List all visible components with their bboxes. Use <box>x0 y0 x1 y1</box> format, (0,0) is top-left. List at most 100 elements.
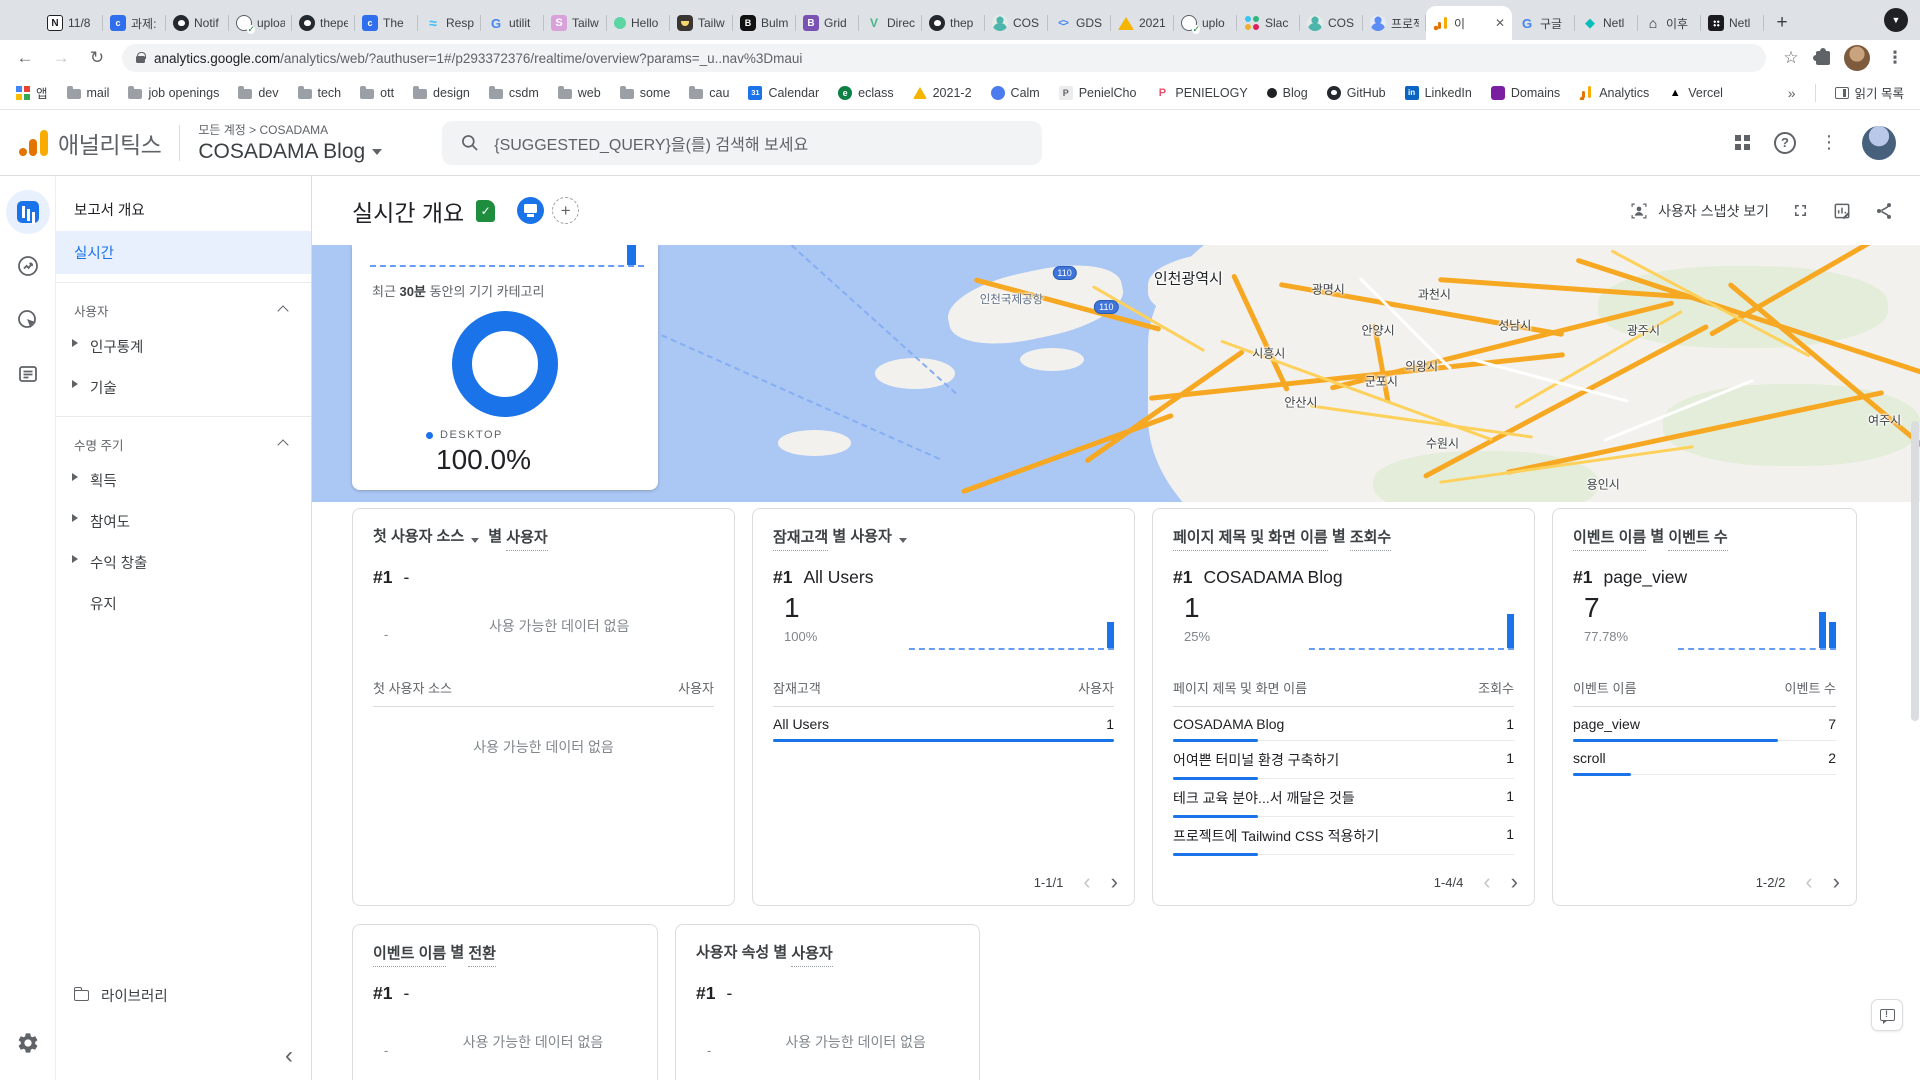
nav-item-인구통계[interactable]: 인구통계 <box>56 326 311 367</box>
browser-tab[interactable]: COS <box>1300 6 1363 40</box>
browser-tab[interactable]: Netl <box>1701 6 1764 40</box>
bookmark-item[interactable]: Blog <box>1266 86 1308 100</box>
card-title[interactable]: 페이지 제목 및 화면 이름 별 조회수 <box>1173 525 1514 551</box>
forward-icon[interactable]: → <box>50 48 72 68</box>
expand-arrow-icon[interactable] <box>72 380 78 388</box>
bookmark-item[interactable]: Domains <box>1490 85 1560 100</box>
analytics-logo-text[interactable]: 애널리틱스 <box>58 126 162 160</box>
bookmark-item[interactable]: cau <box>689 86 729 100</box>
browser-tab[interactable]: Tailw <box>670 6 733 40</box>
browser-tab[interactable]: Gutilit <box>481 6 544 40</box>
url-input[interactable]: analytics.google.com/analytics/web/?auth… <box>122 44 1766 72</box>
browser-tab[interactable]: <> GDS <box>1048 6 1111 40</box>
nav-reports-snapshot[interactable]: 보고서 개요 <box>56 188 311 231</box>
next-page-icon[interactable]: › <box>1833 871 1840 893</box>
browser-tab[interactable]: c 과제: <box>103 6 166 40</box>
table-row[interactable]: All Users 1 <box>773 707 1114 742</box>
card-title[interactable]: 사용자 속성 별 사용자 <box>696 941 959 967</box>
bookmark-item[interactable]: 31 Calendar <box>748 85 819 100</box>
bookmarks-overflow-icon[interactable]: » <box>1788 85 1796 101</box>
bookmark-item[interactable]: mail <box>66 86 109 100</box>
bookmark-item[interactable]: Analytics <box>1579 85 1649 100</box>
browser-tab[interactable]: thepe <box>292 6 355 40</box>
user-snapshot-button[interactable]: 사용자 스냅샷 보기 <box>1629 201 1769 221</box>
browser-menu-icon[interactable]: ⋮ <box>1884 48 1906 68</box>
nav-collapse-icon[interactable]: ‹ <box>285 1044 293 1068</box>
expand-arrow-icon[interactable] <box>72 514 78 522</box>
bookmark-item[interactable]: GitHub <box>1326 85 1386 100</box>
prev-page-icon[interactable]: ‹ <box>1483 871 1490 893</box>
expand-arrow-icon[interactable] <box>72 473 78 481</box>
browser-tab[interactable]: Slac <box>1237 6 1300 40</box>
browser-tab[interactable]: c The <box>355 6 418 40</box>
add-comparison-icon[interactable]: + <box>552 197 580 224</box>
bookmark-item[interactable]: web <box>557 86 601 100</box>
bookmark-item[interactable]: P PenielCho <box>1058 85 1136 100</box>
table-row[interactable]: page_view 7 <box>1573 707 1836 742</box>
property-selector[interactable]: COSADAMA Blog <box>198 140 383 164</box>
account-avatar[interactable] <box>1862 125 1896 160</box>
bookmark-item[interactable]: tech <box>297 86 341 100</box>
browser-profile-avatar[interactable] <box>1844 45 1870 71</box>
chevron-up-icon[interactable] <box>277 304 289 317</box>
nav-item-기술[interactable]: 기술 <box>56 367 311 408</box>
bookmark-item[interactable]: ott <box>360 86 394 100</box>
browser-tab[interactable]: B Grid <box>796 6 859 40</box>
browser-tab[interactable]: Notif <box>166 6 229 40</box>
expand-arrow-icon[interactable] <box>72 339 78 347</box>
bookmark-item[interactable]: 앱 <box>16 83 48 102</box>
rail-advertising-icon[interactable] <box>6 298 50 342</box>
bookmark-item[interactable]: e eclass <box>838 85 894 100</box>
more-menu-icon[interactable]: ⋮ <box>1820 132 1838 153</box>
table-row[interactable]: scroll 2 <box>1573 741 1836 776</box>
table-row[interactable]: 어여쁜 터미널 환경 구축하기 1 <box>1173 741 1514 780</box>
customize-report-button[interactable] <box>1832 201 1852 221</box>
nav-realtime[interactable]: 실시간 <box>56 231 311 274</box>
bookmark-item[interactable]: Calm <box>990 85 1040 100</box>
browser-tab[interactable]: uploa <box>229 6 292 40</box>
nav-library[interactable]: 라이브러리 <box>74 985 168 1006</box>
browser-tab[interactable]: uplo <box>1174 6 1237 40</box>
browser-tab[interactable]: G 구글 <box>1512 6 1575 40</box>
card-title[interactable]: 이벤트 이름 별 이벤트 수 <box>1573 525 1836 551</box>
browser-tab[interactable]: ≈ Resp <box>418 6 481 40</box>
feedback-button[interactable] <box>1871 999 1903 1031</box>
browser-tab[interactable]: V Direc <box>859 6 922 40</box>
rail-explore-icon[interactable] <box>6 244 50 288</box>
bookmark-item[interactable]: job openings <box>128 86 219 100</box>
bookmark-item[interactable]: some <box>619 86 670 100</box>
analytics-logo-icon[interactable] <box>18 129 48 157</box>
nav-item-획득[interactable]: 획득 <box>56 460 311 501</box>
admin-gear-icon[interactable] <box>16 1031 40 1060</box>
bookmark-item[interactable]: P PENIELOGY <box>1155 85 1248 100</box>
browser-tab[interactable]: Hello <box>607 6 670 40</box>
nav-item-참여도[interactable]: 참여도 <box>56 501 311 542</box>
prev-page-icon[interactable]: ‹ <box>1083 871 1090 893</box>
reading-list-button[interactable]: 읽기 목록 <box>1834 83 1904 102</box>
bookmark-item[interactable]: 2021-2 <box>912 86 972 100</box>
content-scrollbar[interactable] <box>1911 421 1919 721</box>
dimension-dropdown-icon[interactable] <box>898 537 907 543</box>
next-page-icon[interactable]: › <box>1511 871 1518 893</box>
expand-arrow-icon[interactable] <box>72 555 78 563</box>
browser-tab[interactable]: ◆ Netl <box>1575 6 1638 40</box>
tab-search-button[interactable]: ▼ <box>1884 8 1908 32</box>
nav-item-유지[interactable]: 유지 <box>56 583 311 624</box>
diagnostics-grid-icon[interactable] <box>1735 135 1741 141</box>
dimension-dropdown-icon[interactable] <box>471 537 480 543</box>
tab-close-icon[interactable]: ✕ <box>1495 16 1505 30</box>
table-row[interactable]: 테크 교육 분야...서 깨달은 것들 1 <box>1173 779 1514 818</box>
bookmark-item[interactable]: design <box>413 86 470 100</box>
search-input[interactable]: {SUGGESTED_QUERY}을(를) 검색해 보세요 <box>442 120 1043 165</box>
bookmark-item[interactable]: ▲ Vercel <box>1668 86 1723 100</box>
back-icon[interactable]: ← <box>14 48 36 68</box>
rail-reports-icon[interactable] <box>5 190 50 234</box>
chevron-up-icon[interactable] <box>277 438 289 451</box>
bookmark-item[interactable]: in LinkedIn <box>1404 85 1472 100</box>
browser-tab[interactable]: B Bulm <box>733 6 796 40</box>
fullscreen-button[interactable] <box>1791 201 1810 220</box>
browser-tab[interactable]: 프로젝 <box>1363 6 1426 40</box>
bookmark-item[interactable]: csdm <box>488 86 539 100</box>
browser-tab[interactable]: N 11/8 <box>40 6 103 40</box>
share-button[interactable] <box>1874 201 1894 221</box>
